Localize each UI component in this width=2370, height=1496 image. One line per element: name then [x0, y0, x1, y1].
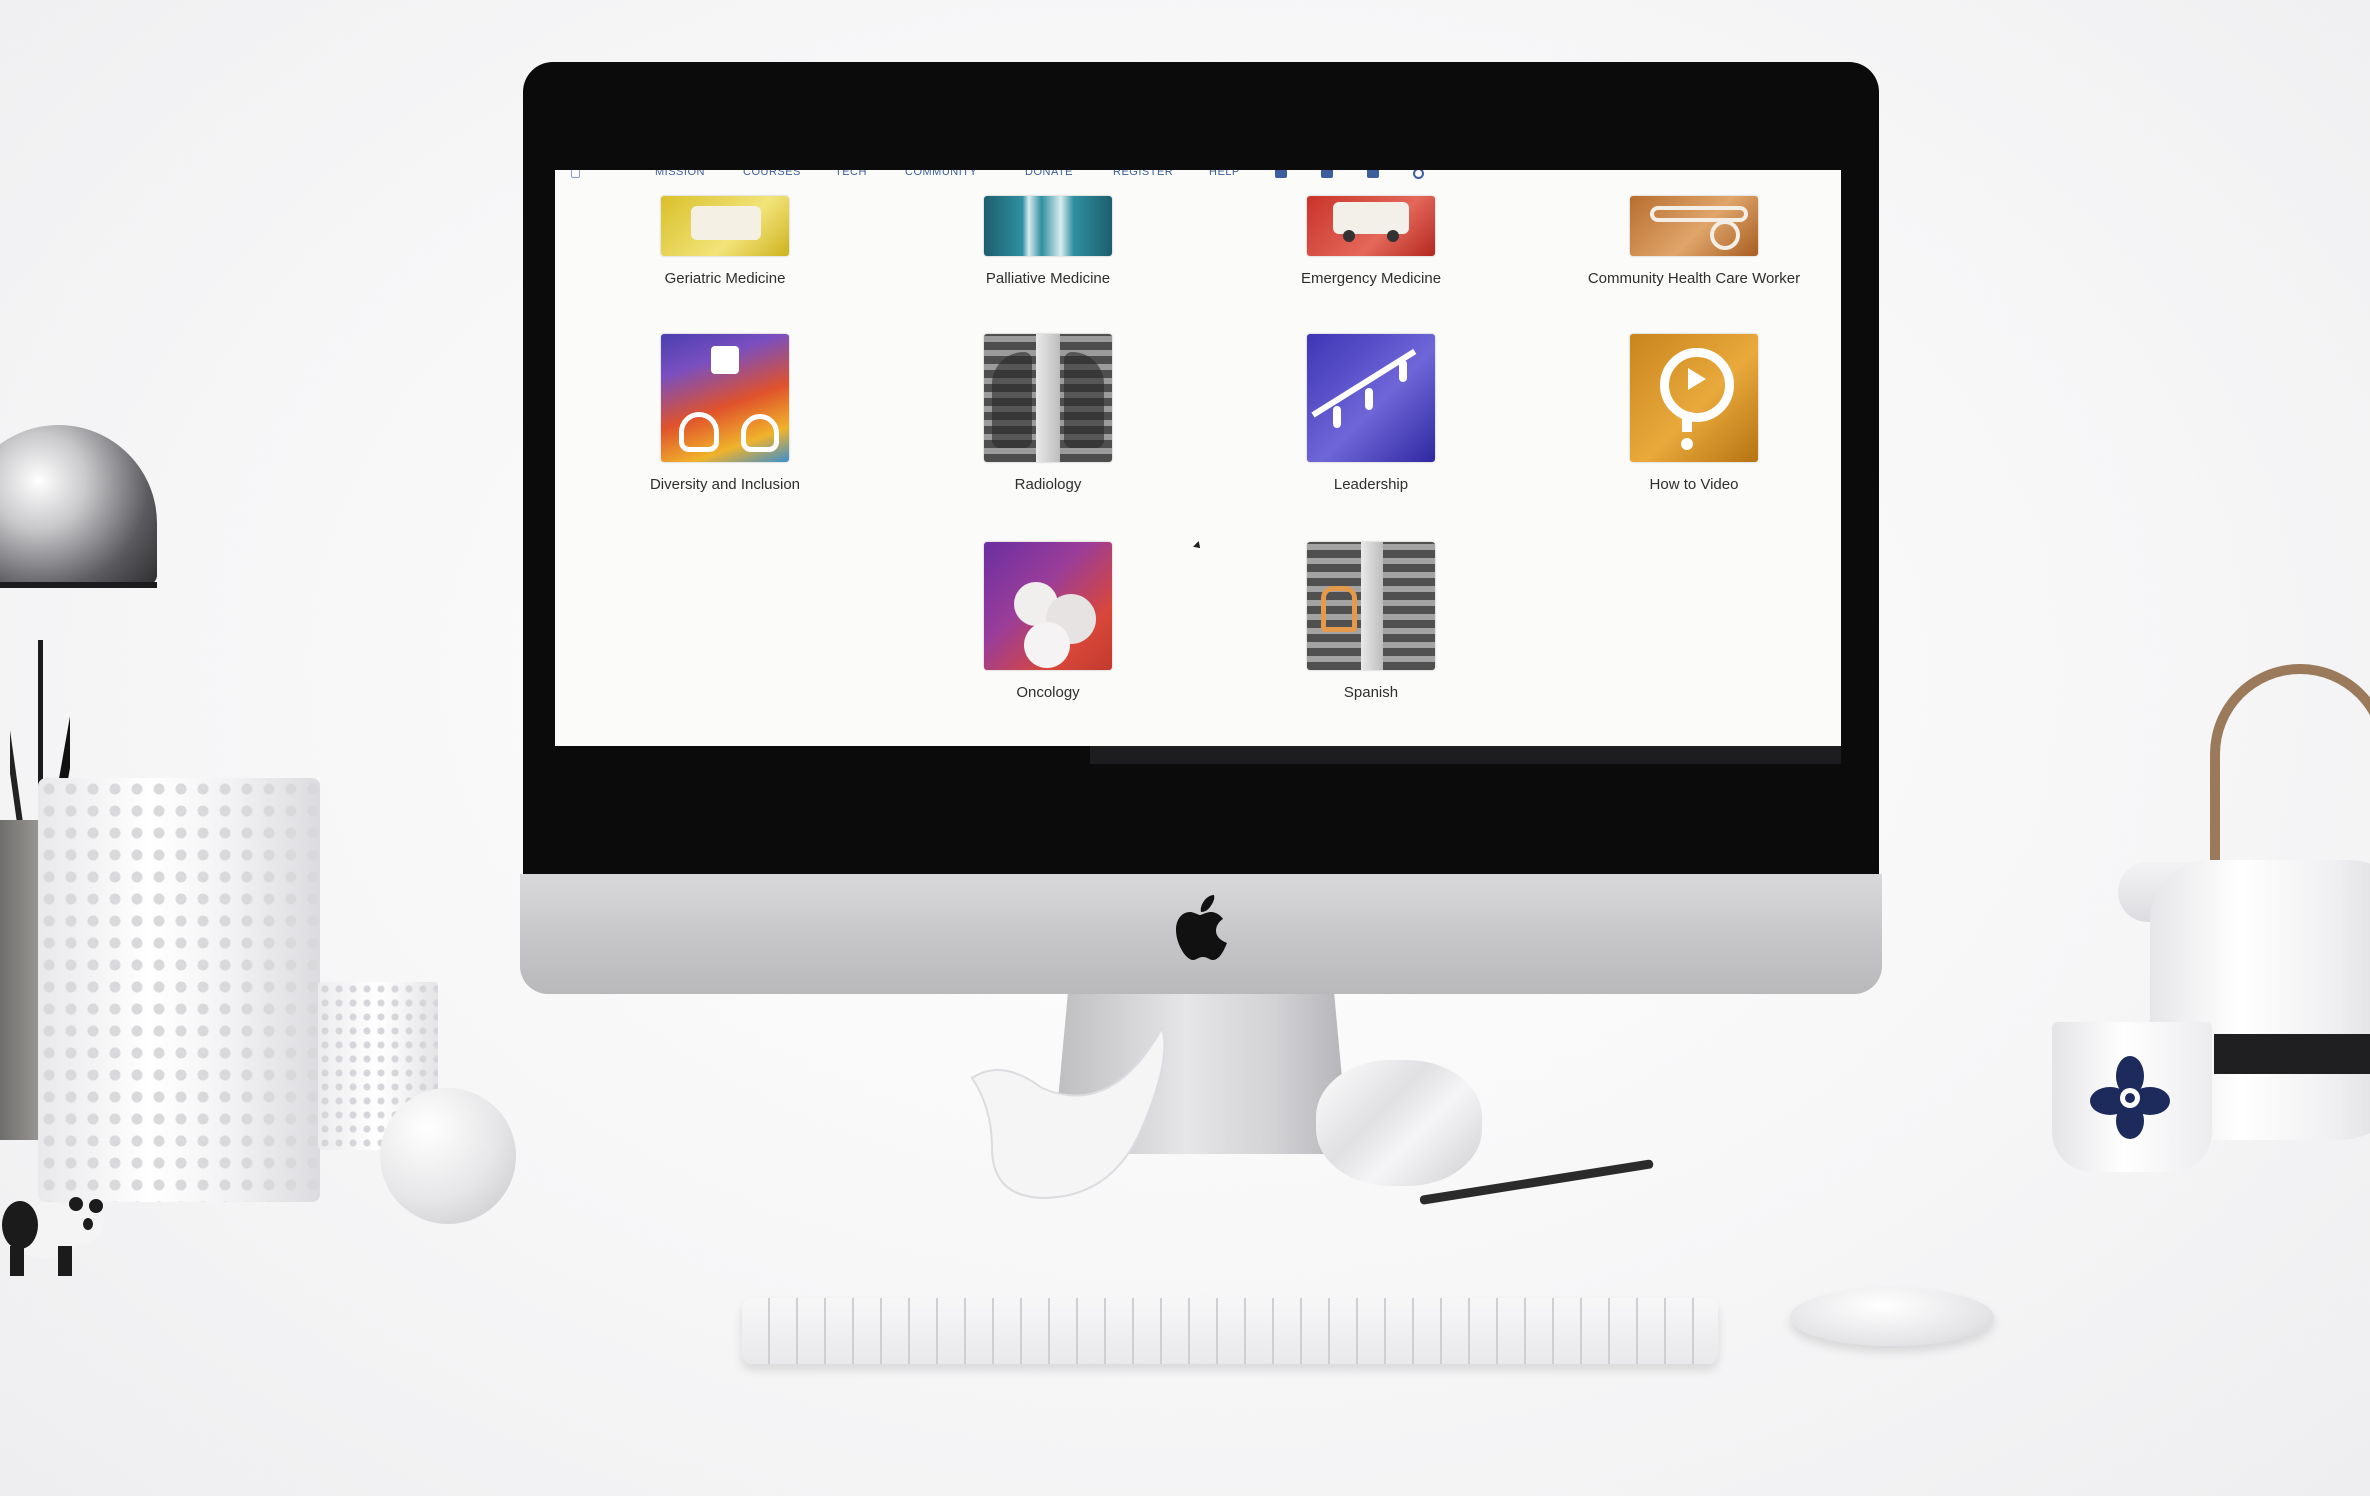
course-label: Leadership: [1333, 476, 1409, 493]
course-label: Palliative Medicine: [985, 270, 1111, 287]
website-screen: MISSION COURSES TECH COMMUNITY DONATE RE…: [555, 170, 1841, 746]
course-tile-how-to-video[interactable]: How to Video: [1574, 334, 1814, 493]
perforated-vase: [38, 778, 320, 1202]
xray-illustration-icon: [984, 334, 1112, 462]
crumpled-paper: [1316, 1060, 1482, 1186]
cells-illustration-icon: [984, 542, 1112, 670]
screen-taskbar: [1090, 746, 1841, 764]
nav-item-mission[interactable]: MISSION: [655, 170, 705, 178]
course-tile-leadership[interactable]: Leadership: [1251, 334, 1491, 493]
nav-item-tech[interactable]: TECH: [835, 170, 867, 178]
course-label: How to Video: [1649, 476, 1739, 493]
nav-item-community[interactable]: COMMUNITY: [905, 170, 977, 178]
nav-item-help[interactable]: HELP: [1209, 170, 1240, 178]
keyboard: [742, 1298, 1718, 1364]
flower-pattern-icon: [2090, 1056, 2170, 1139]
course-label: Oncology: [1016, 684, 1080, 701]
bird-figurine: [970, 1025, 1166, 1200]
ambulance-illustration-icon: [661, 196, 789, 256]
home-icon[interactable]: [571, 170, 580, 178]
question-play-illustration-icon: [1630, 334, 1758, 462]
pencil-cup: [0, 820, 42, 1140]
desk-lamp: [0, 425, 157, 585]
twitter-icon[interactable]: [1321, 170, 1333, 178]
course-label: Community Health Care Worker: [1587, 270, 1801, 287]
computer-mouse: [1790, 1288, 1994, 1346]
panda-figurine: [2, 1197, 104, 1276]
course-tile-emergency-medicine[interactable]: Emergency Medicine: [1251, 196, 1491, 287]
top-navigation: MISSION COURSES TECH COMMUNITY DONATE RE…: [555, 170, 1841, 182]
instagram-icon[interactable]: [1367, 170, 1379, 178]
teapot-stripe: [2214, 1034, 2370, 1074]
course-label: Radiology: [1014, 476, 1082, 493]
nav-item-register[interactable]: REGISTER: [1113, 170, 1173, 178]
course-tile-diversity-and-inclusion[interactable]: Diversity and Inclusion: [605, 334, 845, 493]
course-tile-community-health-care-worker[interactable]: Community Health Care Worker: [1574, 196, 1814, 287]
search-icon[interactable]: [1413, 170, 1424, 179]
course-tile-geriatric-medicine[interactable]: Geriatric Medicine: [605, 196, 845, 287]
mouse-cursor-icon: [1193, 541, 1203, 551]
course-label: Geriatric Medicine: [664, 270, 786, 287]
decorative-sphere: [380, 1088, 516, 1224]
hands-illustration-icon: [984, 196, 1112, 256]
hands-illustration-icon: [661, 334, 789, 462]
ambulance-illustration-icon: [1307, 196, 1435, 256]
course-tile-oncology[interactable]: Oncology: [928, 542, 1168, 701]
course-label: Emergency Medicine: [1300, 270, 1442, 287]
xray-illustration-icon: [1307, 542, 1435, 670]
teapot-handle: [2210, 664, 2370, 874]
facebook-icon[interactable]: [1275, 170, 1287, 178]
course-tile-spanish[interactable]: Spanish: [1251, 542, 1491, 701]
apple-logo-icon: [1172, 893, 1236, 965]
stethoscope-illustration-icon: [1630, 196, 1758, 256]
course-tile-radiology[interactable]: Radiology: [928, 334, 1168, 493]
course-tile-palliative-medicine[interactable]: Palliative Medicine: [928, 196, 1168, 287]
nav-item-courses[interactable]: COURSES: [743, 170, 801, 178]
course-label: Spanish: [1343, 684, 1399, 701]
nav-item-donate[interactable]: DONATE: [1025, 170, 1073, 178]
desk-lamp-rim: [0, 582, 157, 588]
course-label: Diversity and Inclusion: [649, 476, 801, 493]
stairs-illustration-icon: [1307, 334, 1435, 462]
